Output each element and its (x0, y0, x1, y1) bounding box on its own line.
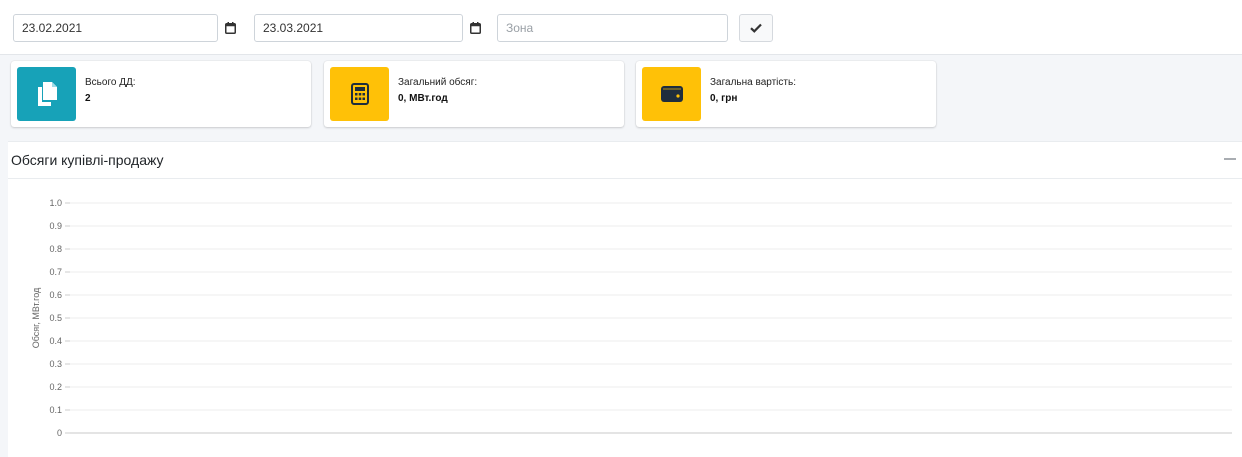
card-value: 2 (85, 93, 91, 104)
date-from-calendar-button[interactable] (216, 14, 244, 42)
zone-input[interactable]: Зона (497, 14, 728, 42)
card-icon-box (330, 67, 389, 121)
date-to-input[interactable]: 23.03.2021 (254, 14, 463, 42)
y-tick-label: 0 (57, 428, 62, 438)
apply-filter-button[interactable] (739, 14, 773, 42)
date-from-input[interactable]: 23.02.2021 (13, 14, 218, 42)
y-tick-label: 0.8 (49, 244, 62, 254)
card-label: Загальна вартість: (710, 77, 796, 88)
wallet-icon (660, 86, 683, 102)
card-value: 0, грн (710, 93, 738, 104)
y-tick-label: 0.5 (49, 313, 62, 323)
volume-chart-panel: Обсяги купівлі-продажу 0 0.1 0.2 0.3 0.4 0.5 0… (8, 141, 1242, 457)
y-tick-label: 0.2 (49, 382, 62, 392)
card-label: Загальний обсяг: (398, 77, 478, 88)
card-total-contracts: Всього ДД: 2 (11, 61, 311, 127)
card-label: Всього ДД: (85, 77, 136, 88)
volume-chart: 0 0.1 0.2 0.3 0.4 0.5 0.6 0.7 0.8 0.9 1.0 Обсяг, МВ… (31, 198, 1232, 438)
y-tick-label: 0.9 (49, 221, 62, 231)
card-total-cost: Загальна вартість: 0, грн (636, 61, 936, 127)
date-to-calendar-button[interactable] (461, 14, 489, 42)
card-icon-box (642, 67, 701, 121)
y-tick-label: 1.0 (49, 198, 62, 208)
files-icon (37, 82, 57, 106)
calendar-icon (469, 22, 481, 34)
y-tick-label: 0.4 (49, 336, 62, 346)
card-icon-box (17, 67, 76, 121)
calculator-icon (350, 83, 369, 105)
check-icon (750, 23, 762, 33)
y-tick-label: 0.3 (49, 359, 62, 369)
y-axis-label: Обсяг, МВт.год (31, 287, 41, 348)
y-tick-label: 0.6 (49, 290, 62, 300)
y-tick-label: 0.7 (49, 267, 62, 277)
card-value: 0, МВт.год (398, 93, 448, 104)
card-total-volume: Загальний обсяг: 0, МВт.год (324, 61, 624, 127)
filter-bar: 23.02.2021 23.03.2021 Зона (0, 0, 1242, 55)
calendar-icon (224, 22, 236, 34)
y-tick-label: 0.1 (49, 405, 62, 415)
